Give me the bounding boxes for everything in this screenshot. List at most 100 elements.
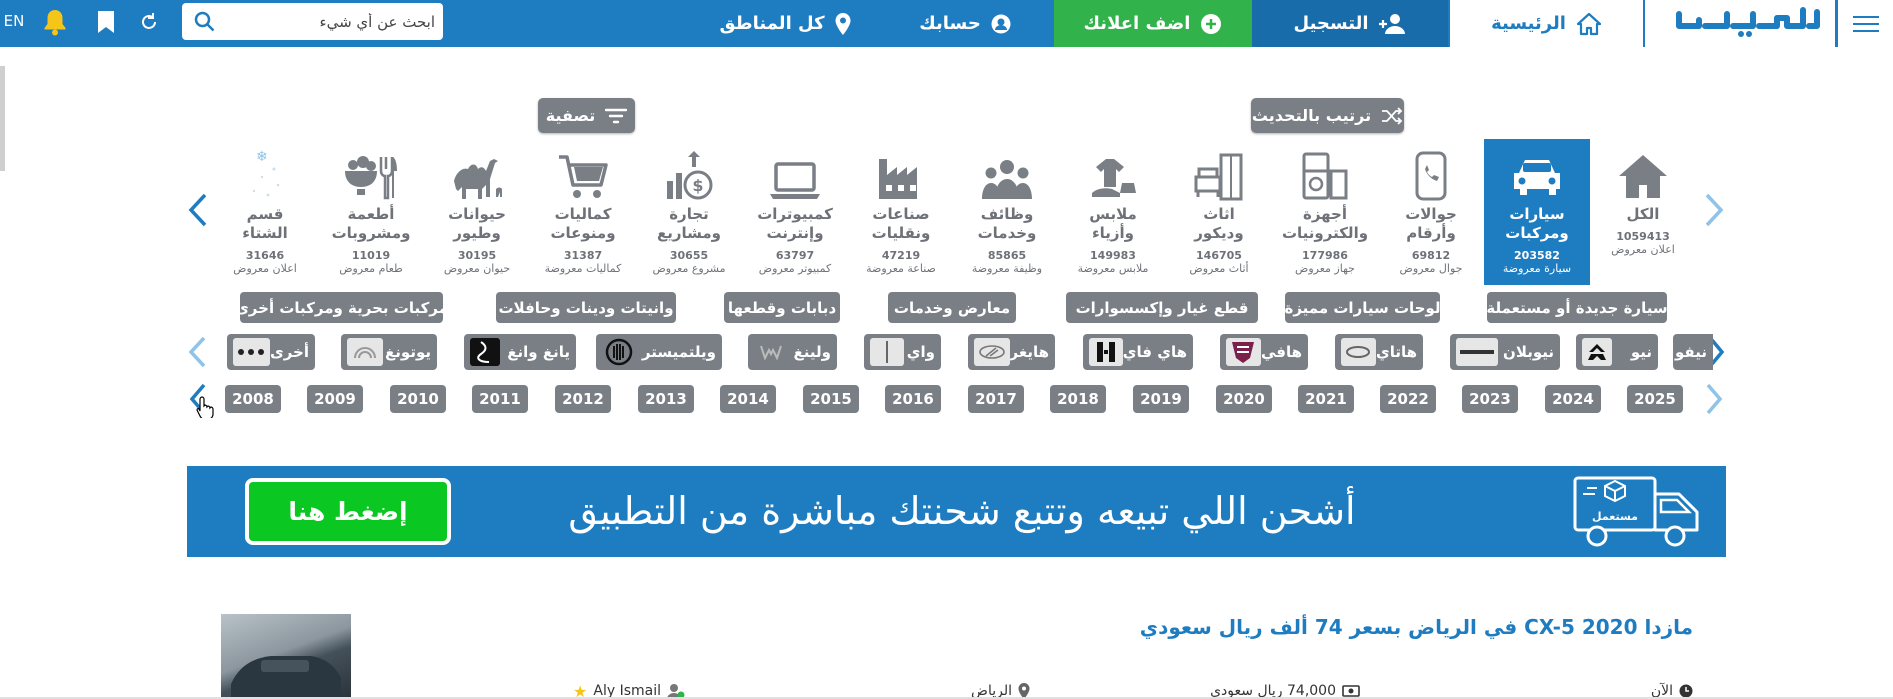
add-ad-button[interactable]: اضف اعلانك: [1054, 0, 1252, 47]
category-cars[interactable]: سيارات ومركبات 203582 سيارة معروضة: [1484, 139, 1590, 285]
banner-cta-button[interactable]: إضغط هنا: [245, 478, 451, 545]
site-logo[interactable]: [1645, 0, 1835, 47]
category-name: صناعات ونقليات: [871, 205, 931, 242]
brand-prev-arrow[interactable]: [183, 334, 213, 370]
brand-yangwang[interactable]: يانغ وانغ: [464, 334, 576, 370]
year-next-arrow[interactable]: [1699, 379, 1729, 419]
category-all[interactable]: الكل 1059413 اعلان معروض: [1590, 139, 1696, 285]
category-next-arrow[interactable]: [1699, 190, 1729, 230]
home-icon: [1590, 139, 1696, 201]
money-icon: [1342, 685, 1360, 697]
account-label: حسابك: [919, 13, 981, 34]
scroll-handle[interactable]: [0, 66, 5, 171]
year-button[interactable]: 2021: [1298, 385, 1354, 413]
category-food[interactable]: أطعمة ومشروبات 11019 طعام معروض: [318, 139, 424, 285]
fridge-icon: [1272, 139, 1378, 201]
weltmeister-logo-icon: [602, 338, 636, 366]
category-phones[interactable]: جوالات وأرقام 69812 جوال معروض: [1378, 139, 1484, 285]
menu-icon[interactable]: [1838, 0, 1893, 47]
subcategory-tag[interactable]: وانيتات ودينات وحافلات: [496, 292, 676, 323]
brand-name: هايغر: [1009, 343, 1049, 361]
year-button[interactable]: 2010: [390, 385, 446, 413]
category-animals[interactable]: حيوانات وطيور 30195 حيوان معروض: [424, 139, 530, 285]
listing-title[interactable]: مازدا 2020 CX-5 في الرياض بسعر 74 ألف ري…: [1140, 615, 1693, 639]
category-unit: كمبيوتر معروض: [758, 262, 832, 275]
banner-text: أشحن اللي تبيعه وتتبع شحنتك مباشرة من ال…: [568, 489, 1356, 533]
brand-hatai[interactable]: هاتاي: [1335, 334, 1423, 370]
brand-wey[interactable]: واي: [864, 334, 941, 370]
category-furniture[interactable]: اثاث وديكور 146705 أثاث معروض: [1166, 139, 1272, 285]
sort-button[interactable]: ترتيب بالتحديث: [1251, 98, 1404, 133]
year-button[interactable]: 2020: [1216, 385, 1272, 413]
user-plus-icon: [1378, 13, 1405, 34]
year-button[interactable]: 2022: [1380, 385, 1436, 413]
subcategory-tag[interactable]: دبابات وقطعها: [724, 292, 840, 323]
home-tab[interactable]: الرئيسية: [1450, 0, 1643, 47]
year-button[interactable]: 2012: [555, 385, 611, 413]
promo-banner[interactable]: إضغط هنا أشحن اللي تبيعه وتتبع شحنتك مبا…: [187, 466, 1726, 557]
subcategory-tag[interactable]: قطع غيار وإكسسوارات: [1066, 292, 1258, 323]
year-button[interactable]: 2023: [1462, 385, 1518, 413]
search-icon[interactable]: [194, 11, 215, 36]
car-icon: [1484, 139, 1590, 201]
year-button[interactable]: 2008: [225, 385, 281, 413]
year-button[interactable]: 2016: [885, 385, 941, 413]
subcategory-tag[interactable]: سيارة جديدة أو مستعملة: [1486, 292, 1668, 323]
year-button[interactable]: 2017: [968, 385, 1024, 413]
category-name: ملابس وأزياء: [1089, 205, 1137, 242]
category-name: تجارة ومشاريع: [656, 205, 722, 242]
year-button[interactable]: 2019: [1133, 385, 1189, 413]
year-button[interactable]: 2015: [803, 385, 859, 413]
refresh-icon[interactable]: [134, 8, 164, 36]
category-name: وظائف وخدمات: [977, 205, 1037, 242]
search-input[interactable]: [235, 3, 435, 40]
bookmark-icon[interactable]: [91, 8, 121, 36]
brand-neoplan[interactable]: نيوبلان: [1450, 334, 1560, 370]
brand-other[interactable]: أخرى: [227, 334, 315, 370]
language-toggle[interactable]: EN: [0, 0, 28, 42]
category-unit: اعلان معروض: [1611, 243, 1675, 256]
category-industry[interactable]: صناعات ونقليات 47219 صناعة معروضة: [848, 139, 954, 285]
brand-weltmeister[interactable]: ويلتميستر: [596, 334, 722, 370]
year-button[interactable]: 2009: [307, 385, 363, 413]
filter-button[interactable]: تصفية: [538, 98, 635, 133]
filter-label: تصفية: [545, 106, 596, 125]
category-jobs[interactable]: وظائف وخدمات 85865 وظيفة معروضة: [954, 139, 1060, 285]
listing-thumbnail[interactable]: [221, 614, 351, 699]
year-button[interactable]: 2024: [1545, 385, 1601, 413]
category-winter[interactable]: ❄ قسم الشتاء 31646 اعلان معروض: [212, 139, 318, 285]
brand-hafei[interactable]: هافي: [1220, 334, 1308, 370]
account-link[interactable]: حسابك: [890, 0, 1040, 47]
category-count: 31646: [245, 249, 285, 262]
brand-nevo[interactable]: نيفو: [1673, 334, 1713, 370]
category-electronics[interactable]: أجهزة والكترونيات 177986 جهاز معروض: [1272, 139, 1378, 285]
add-ad-label: اضف اعلانك: [1083, 13, 1191, 34]
regions-selector[interactable]: كل المناطق: [700, 0, 870, 47]
category-count: 11019: [351, 249, 391, 262]
category-clothes[interactable]: ملابس وأزياء 149983 ملابس معروضة: [1060, 139, 1166, 285]
brand-wuling[interactable]: ولينغ: [748, 334, 837, 370]
year-button[interactable]: 2014: [720, 385, 776, 413]
year-button[interactable]: 2013: [638, 385, 694, 413]
register-button[interactable]: التسجيل: [1252, 0, 1448, 47]
brand-nio[interactable]: نيو: [1576, 334, 1658, 370]
category-unit: طعام معروض: [339, 262, 403, 275]
year-button[interactable]: 2011: [472, 385, 528, 413]
category-business[interactable]: $ تجارة ومشاريع 30655 مشروع معروض: [636, 139, 742, 285]
furniture-icon: [1166, 139, 1272, 201]
category-prev-arrow[interactable]: [183, 190, 213, 230]
subcategory-tag[interactable]: معارض وخدمات: [888, 292, 1016, 323]
category-accessories[interactable]: كماليات ومنوعات 31387 كماليات معروضة: [530, 139, 636, 285]
brand-hi-fi[interactable]: هاي فاي: [1083, 334, 1193, 370]
bell-icon[interactable]: [40, 8, 70, 36]
subcategory-tag[interactable]: مركبات بحرية ومركبات أخرى: [235, 292, 448, 323]
category-count: 149983: [1090, 249, 1136, 262]
category-computers[interactable]: كمبيوترات وإنترنت 63797 كمبيوتر معروض: [742, 139, 848, 285]
brand-higer[interactable]: هايغر: [968, 334, 1055, 370]
neoplan-logo-icon: [1456, 338, 1498, 366]
year-button[interactable]: 2025: [1627, 385, 1683, 413]
subcategory-tag[interactable]: لوحات سيارات مميزة: [1284, 292, 1441, 323]
brand-yutong[interactable]: يوتونغ: [341, 334, 437, 370]
year-button[interactable]: 2018: [1050, 385, 1106, 413]
business-icon: $: [636, 139, 742, 201]
